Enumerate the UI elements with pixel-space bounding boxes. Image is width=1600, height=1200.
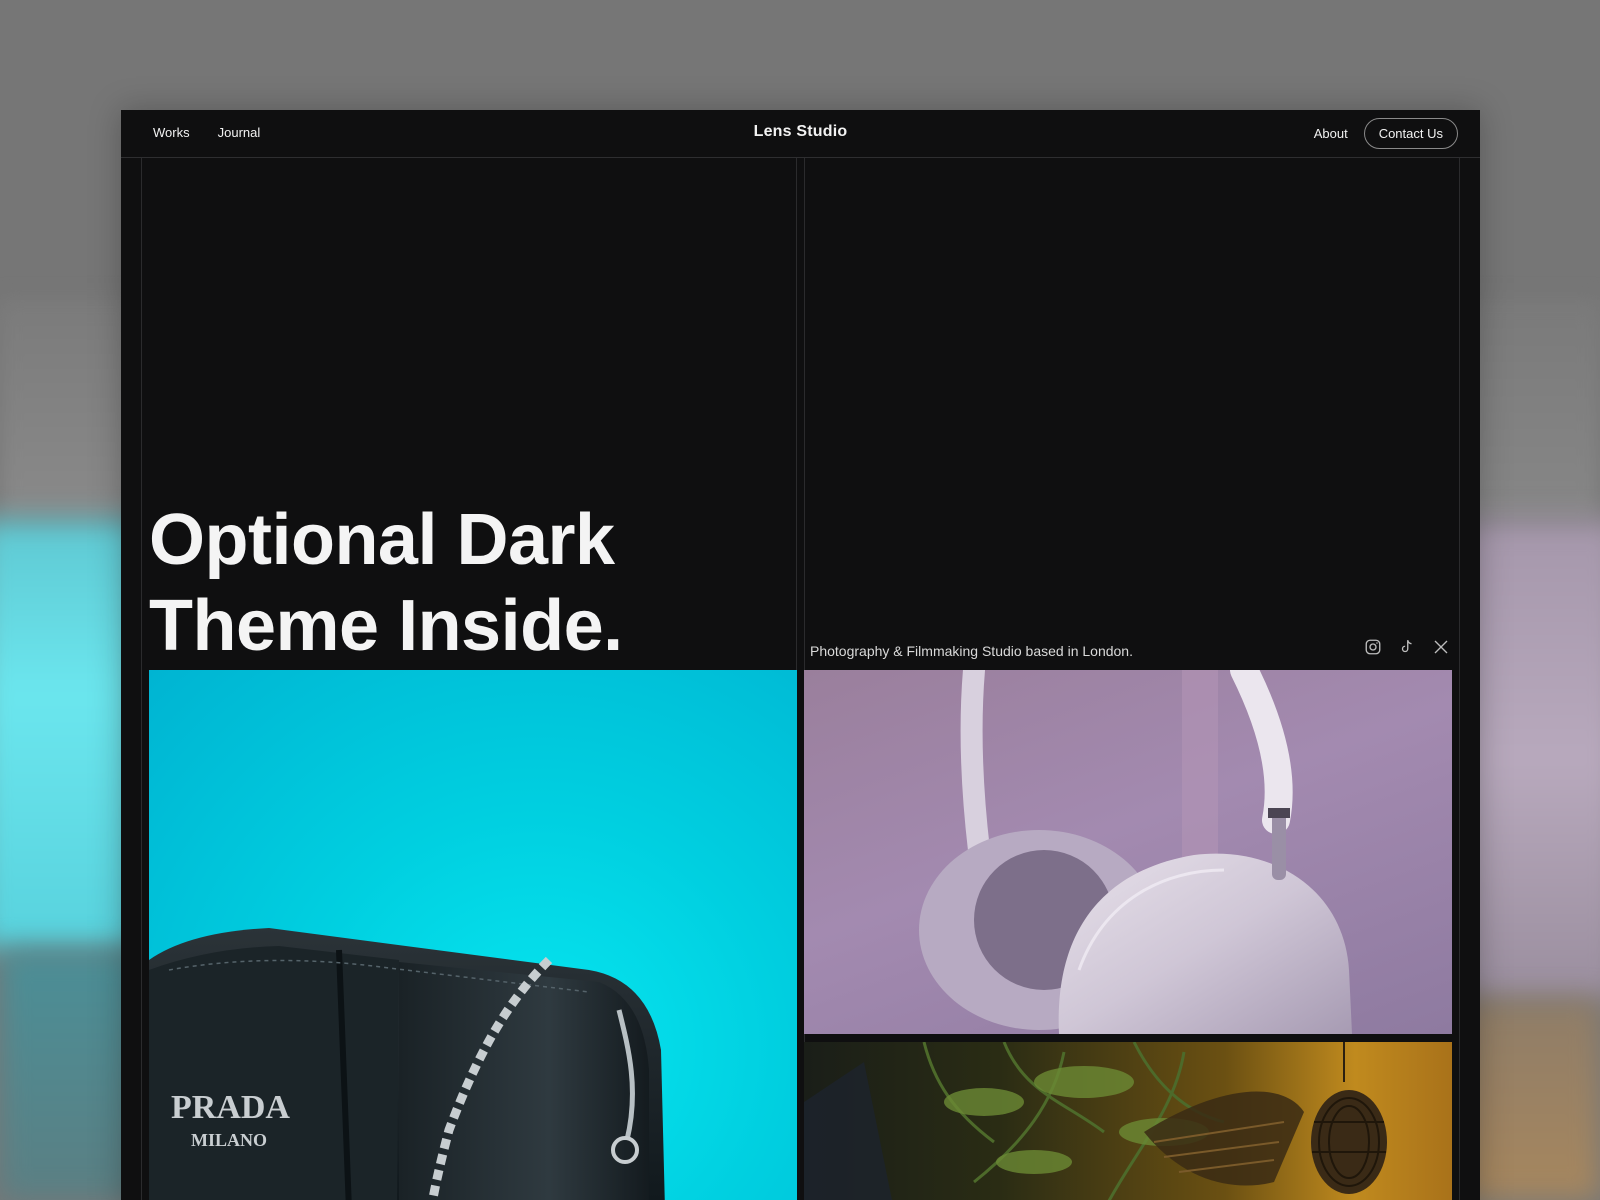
x-icon[interactable] — [1432, 638, 1450, 656]
project-image-plants[interactable] — [804, 1042, 1452, 1200]
hero-headline-line2: Theme Inside. — [149, 586, 623, 666]
project-image-handbag[interactable]: PRADA MILANO — [149, 670, 797, 1200]
bag-brand-text: PRADA — [171, 1089, 290, 1126]
brand-logo[interactable]: Lens Studio — [121, 123, 1480, 141]
column-divider — [1459, 158, 1460, 1200]
bag-brand-subtext: MILANO — [191, 1130, 267, 1150]
headphones-illustration — [919, 670, 1352, 1034]
instagram-icon[interactable] — [1364, 638, 1382, 656]
handbag-illustration: PRADA MILANO — [149, 928, 665, 1200]
tiktok-icon[interactable] — [1398, 638, 1416, 656]
nav-right: About Contact Us — [1314, 118, 1458, 149]
column-divider — [141, 158, 142, 1200]
nav-link-about[interactable]: About — [1314, 126, 1348, 141]
project-image-headphones[interactable] — [804, 670, 1452, 1034]
contact-us-button[interactable]: Contact Us — [1363, 118, 1458, 149]
plants-illustration — [804, 1042, 1387, 1200]
social-links — [1364, 638, 1450, 656]
hero-headline-line1: Optional Dark — [149, 500, 615, 580]
hero-headline: Optional Dark Theme Inside. — [149, 497, 789, 669]
top-navigation: Works Journal Lens Studio About Contact … — [121, 110, 1480, 158]
website-window: Works Journal Lens Studio About Contact … — [121, 110, 1480, 1200]
studio-tagline: Photography & Filmmaking Studio based in… — [810, 643, 1133, 659]
